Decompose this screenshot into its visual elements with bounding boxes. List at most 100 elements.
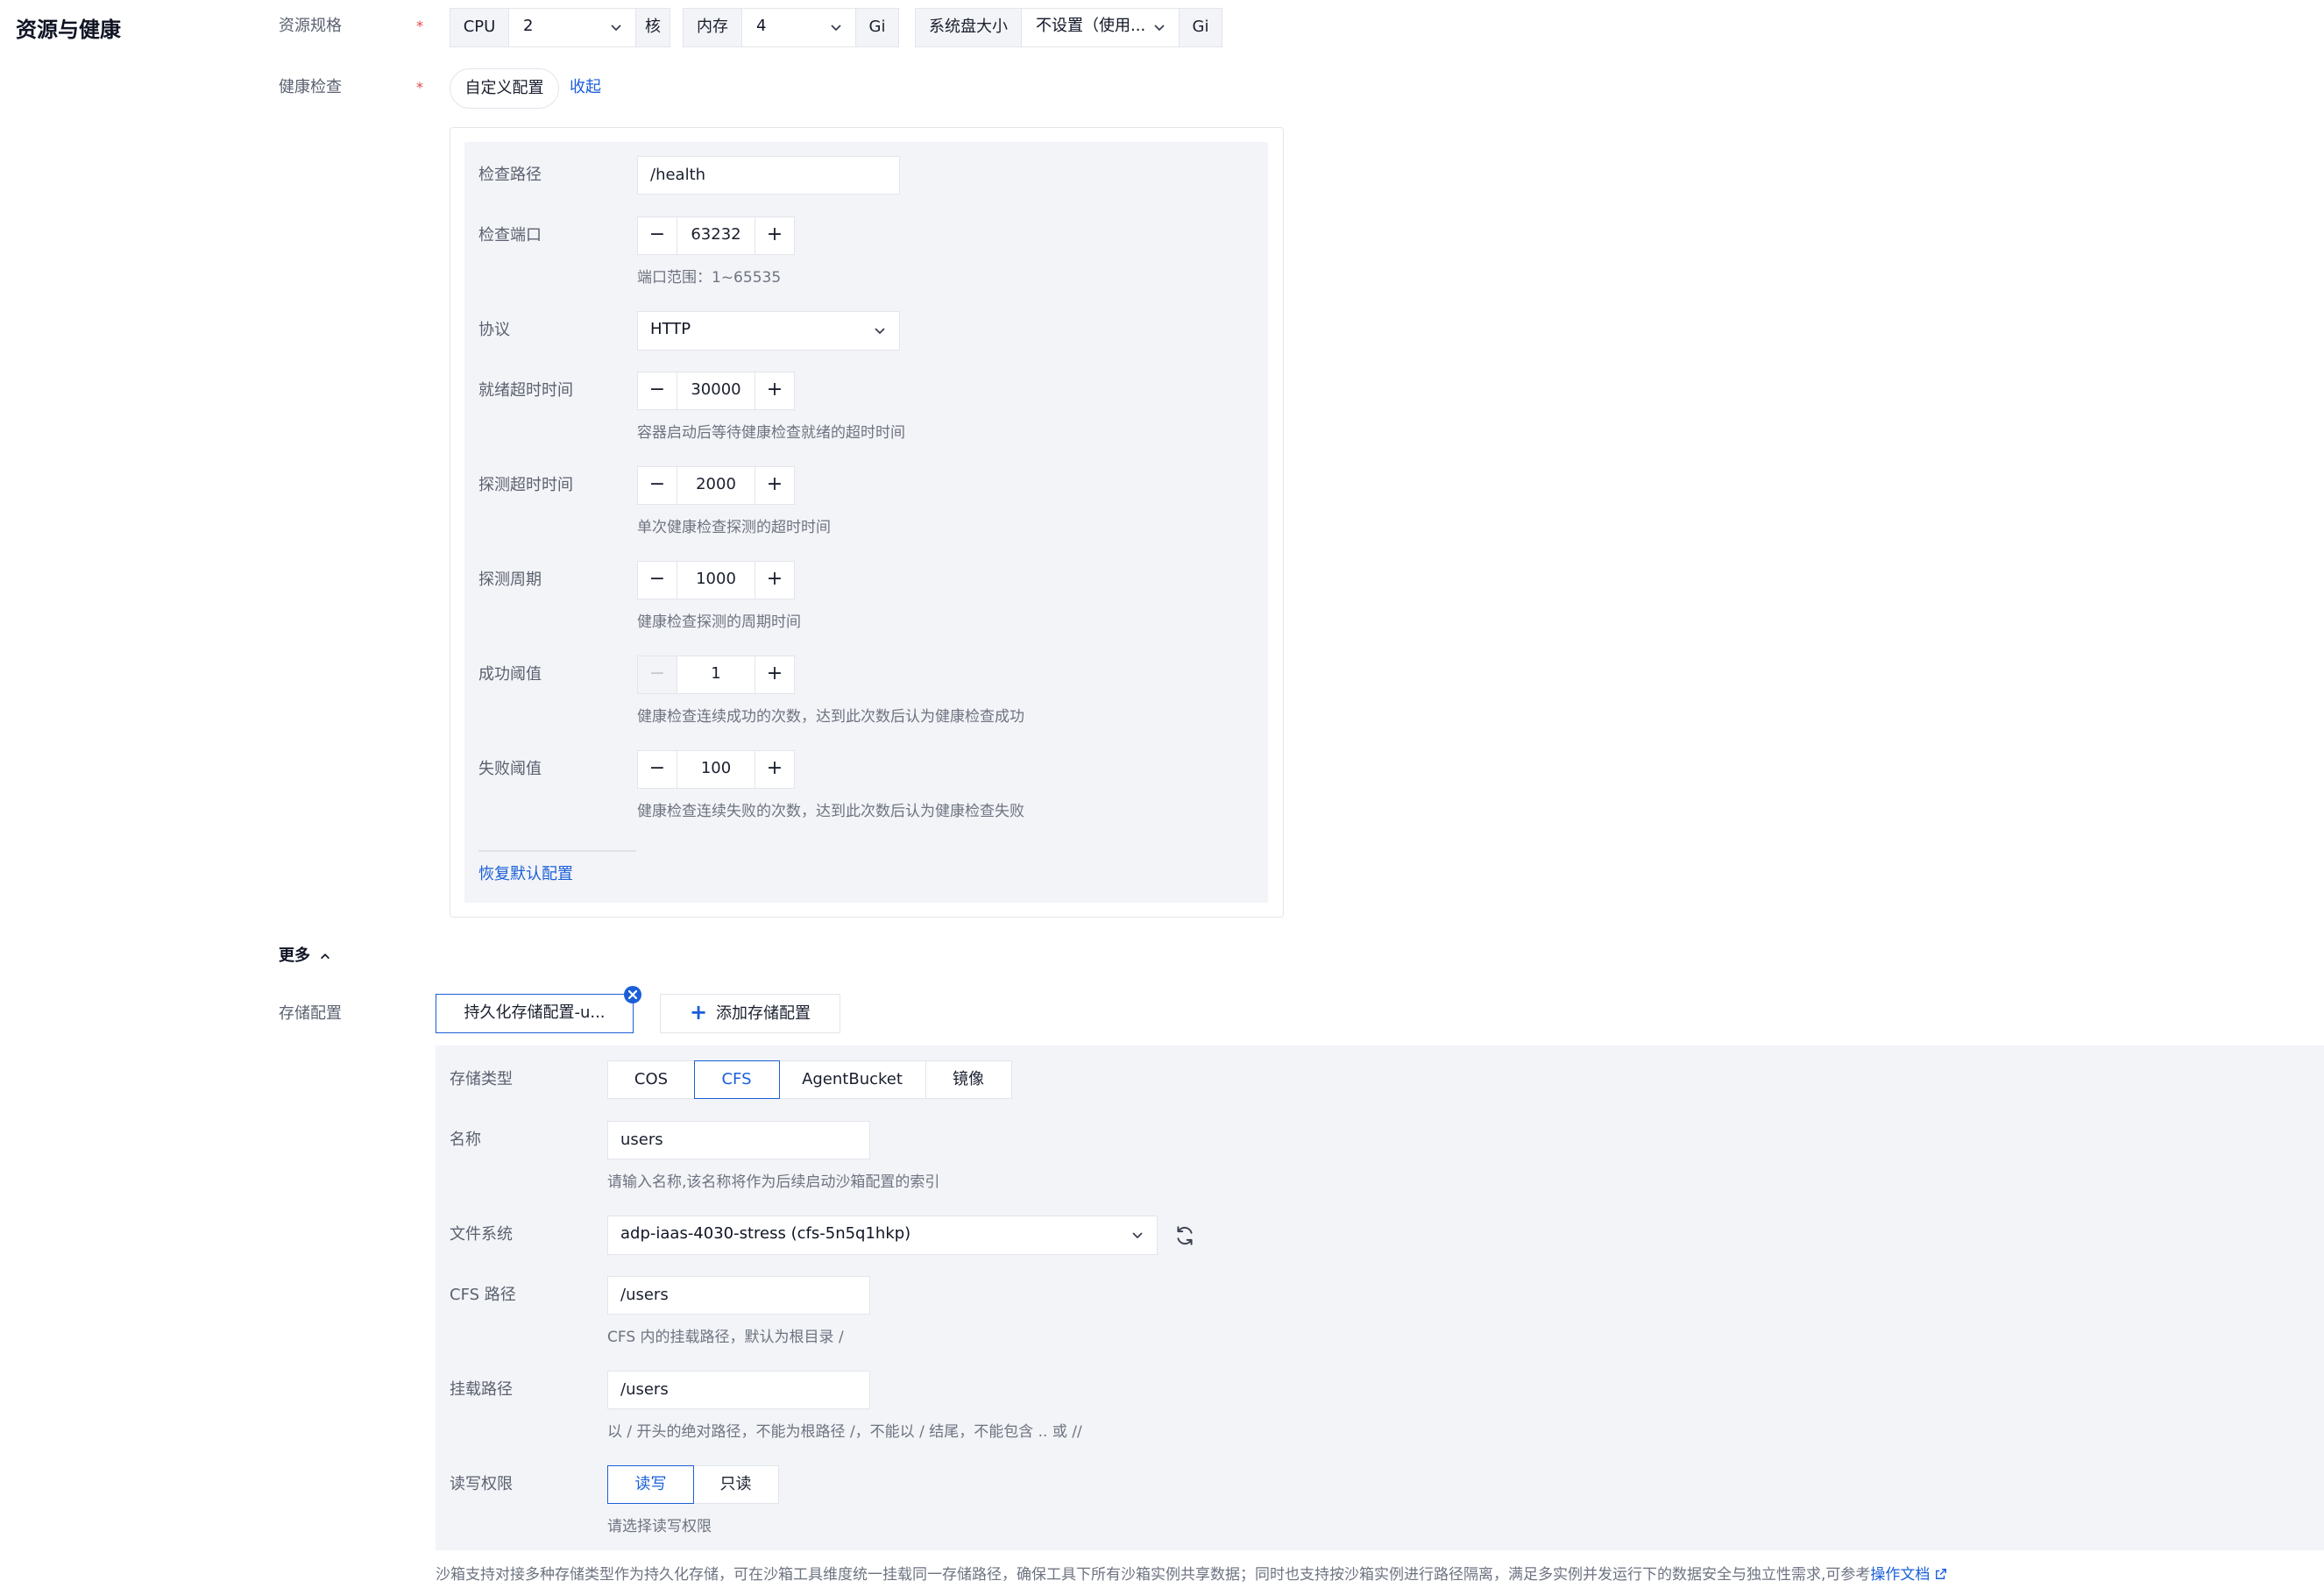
section-title: 资源与健康 [16, 18, 121, 42]
chevron-down-icon [609, 9, 623, 46]
filesystem-select[interactable]: adp-iaas-4030-stress (cfs-5n5q1hkp) [607, 1216, 1158, 1255]
failure-threshold-hint: 健康检查连续失败的次数，达到此次数后认为健康检查失败 [637, 803, 1024, 820]
increment-button[interactable]: + [755, 467, 794, 504]
check-port-label: 检查端口 [478, 226, 542, 245]
cpu-select[interactable]: 2 [508, 8, 636, 47]
probe-period-label: 探测周期 [478, 571, 542, 589]
probe-timeout-stepper[interactable]: − 2000 + [637, 466, 795, 505]
custom-config-button[interactable]: 自定义配置 [450, 68, 559, 109]
refresh-icon[interactable] [1173, 1224, 1196, 1247]
chevron-down-icon [829, 9, 843, 46]
success-threshold-hint: 健康检查连续成功的次数，达到此次数后认为健康检查成功 [637, 708, 1024, 726]
storage-type-cos[interactable]: COS [607, 1060, 695, 1099]
memory-value: 4 [756, 17, 767, 35]
memory-label: 内存 [683, 8, 742, 47]
storage-type-selector[interactable]: COS CFS AgentBucket 镜像 [607, 1060, 1012, 1099]
probe-timeout-hint: 单次健康检查探测的超时时间 [637, 519, 831, 536]
close-icon[interactable] [623, 985, 642, 1004]
decrement-button[interactable]: − [638, 751, 677, 788]
more-label: 更多 [279, 946, 310, 965]
check-path-label: 检查路径 [478, 166, 542, 184]
mount-path-label: 挂载路径 [450, 1380, 513, 1399]
increment-button[interactable]: + [755, 217, 794, 254]
success-threshold-label: 成功阈值 [478, 665, 542, 684]
storage-type-agentbucket[interactable]: AgentBucket [778, 1060, 926, 1099]
name-input[interactable]: users [607, 1121, 870, 1159]
reset-default-link[interactable]: 恢复默认配置 [478, 862, 573, 887]
probe-timeout-label: 探测超时时间 [478, 476, 573, 494]
disk-value: 不设置（使用... [1036, 17, 1146, 35]
check-port-stepper[interactable]: − 63232 + [637, 216, 795, 255]
increment-button[interactable]: + [755, 562, 794, 599]
memory-select[interactable]: 4 [741, 8, 856, 47]
storage-type-label: 存储类型 [450, 1070, 513, 1088]
increment-button[interactable]: + [755, 751, 794, 788]
check-path-input[interactable]: /health [637, 156, 900, 195]
failure-threshold-label: 失败阈值 [478, 760, 542, 778]
memory-unit: Gi [855, 8, 899, 47]
probe-timeout-value[interactable]: 2000 [677, 467, 755, 504]
doc-link[interactable]: 操作文档 [1870, 1566, 1930, 1584]
resource-required-mark: * [416, 18, 423, 34]
cpu-label: CPU [450, 8, 509, 47]
filesystem-label: 文件系统 [450, 1225, 513, 1244]
probe-period-hint: 健康检查探测的周期时间 [637, 613, 801, 631]
chevron-down-icon [1130, 1216, 1144, 1253]
disk-unit: Gi [1179, 8, 1222, 47]
ready-timeout-hint: 容器启动后等待健康检查就绪的超时时间 [637, 424, 905, 442]
name-label: 名称 [450, 1131, 481, 1149]
decrement-button[interactable]: − [638, 217, 677, 254]
collapse-link[interactable]: 收起 [570, 75, 601, 100]
permission-read-write[interactable]: 读写 [607, 1465, 694, 1504]
success-threshold-stepper[interactable]: − 1 + [637, 656, 795, 694]
failure-threshold-stepper[interactable]: − 100 + [637, 750, 795, 789]
add-storage-label: 添加存储配置 [716, 1004, 811, 1023]
increment-button[interactable]: + [755, 656, 794, 693]
disk-select[interactable]: 不设置（使用... [1021, 8, 1180, 47]
chevron-down-icon [1152, 9, 1166, 46]
probe-period-value[interactable]: 1000 [677, 562, 755, 599]
increment-button[interactable]: + [755, 372, 794, 409]
protocol-select[interactable]: HTTP [637, 311, 900, 351]
decrement-button[interactable]: − [638, 372, 677, 409]
cpu-unit: 核 [635, 8, 670, 47]
ready-timeout-value[interactable]: 30000 [677, 372, 755, 409]
storage-type-image[interactable]: 镜像 [925, 1060, 1012, 1099]
cfs-path-input[interactable]: /users [607, 1276, 870, 1315]
permission-hint: 请选择读写权限 [607, 1518, 712, 1535]
protocol-label: 协议 [478, 321, 510, 339]
probe-period-stepper[interactable]: − 1000 + [637, 561, 795, 599]
permission-read-only[interactable]: 只读 [692, 1465, 779, 1504]
cfs-path-hint: CFS 内的挂载路径，默认为根目录 / [607, 1329, 844, 1346]
plus-icon: + [689, 1000, 708, 1024]
mount-path-input[interactable]: /users [607, 1371, 870, 1409]
more-toggle[interactable]: 更多 [279, 944, 331, 968]
storage-config-tab[interactable]: 持久化存储配置-u... [436, 994, 634, 1033]
health-required-mark: * [416, 79, 423, 96]
check-port-hint: 端口范围：1~65535 [637, 269, 782, 287]
health-label: 健康检查 [279, 78, 342, 96]
name-hint: 请输入名称,该名称将作为后续启动沙箱配置的索引 [607, 1173, 940, 1191]
decrement-button[interactable]: − [638, 562, 677, 599]
mount-path-hint: 以 / 开头的绝对路径，不能为根路径 /，不能以 / 结尾，不能包含 .. 或 … [607, 1423, 1082, 1441]
external-link-icon [1930, 1566, 1947, 1584]
chevron-up-icon [315, 946, 331, 965]
failure-threshold-value[interactable]: 100 [677, 751, 755, 788]
disk-label: 系统盘大小 [915, 8, 1022, 47]
permission-selector[interactable]: 读写 只读 [607, 1465, 779, 1504]
storage-footer-note: 沙箱支持对接多种存储类型作为持久化存储，可在沙箱工具维度统一挂载同一存储路径，确… [436, 1563, 1947, 1587]
ready-timeout-stepper[interactable]: − 30000 + [637, 372, 795, 410]
storage-footer-text: 沙箱支持对接多种存储类型作为持久化存储，可在沙箱工具维度统一挂载同一存储路径，确… [436, 1566, 1871, 1584]
decrement-button[interactable]: − [638, 656, 677, 693]
storage-type-cfs[interactable]: CFS [693, 1060, 780, 1099]
success-threshold-value[interactable]: 1 [677, 656, 755, 693]
add-storage-button[interactable]: + 添加存储配置 [660, 994, 840, 1033]
check-port-value[interactable]: 63232 [677, 217, 755, 254]
cpu-value: 2 [523, 17, 534, 35]
decrement-button[interactable]: − [638, 467, 677, 504]
cfs-path-label: CFS 路径 [450, 1286, 516, 1304]
resource-label: 资源规格 [279, 17, 342, 35]
storage-label: 存储配置 [279, 1004, 342, 1023]
health-config-panel-inner [464, 142, 1268, 903]
chevron-down-icon [873, 312, 887, 349]
